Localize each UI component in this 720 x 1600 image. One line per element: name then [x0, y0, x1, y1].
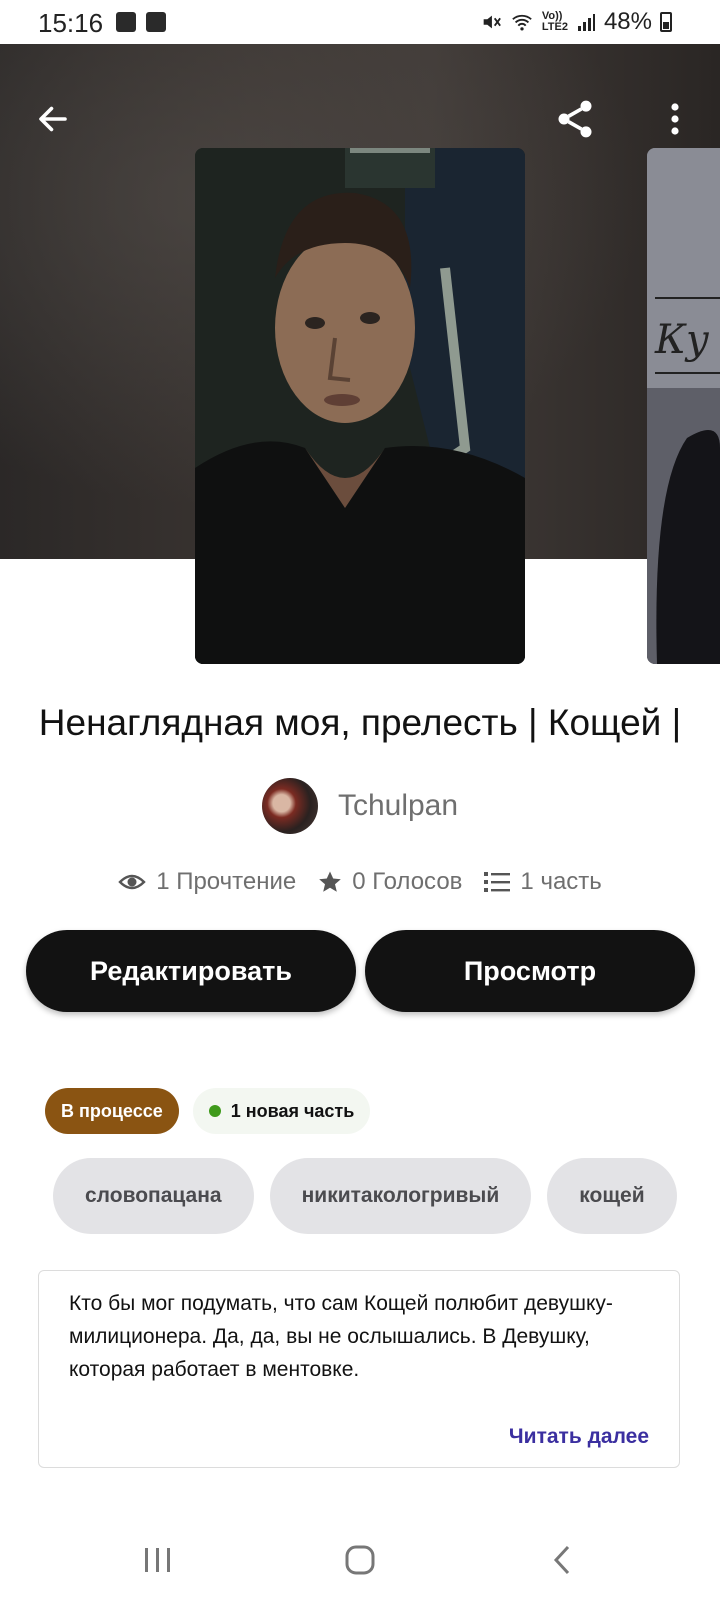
- recent-apps-button[interactable]: [136, 1540, 180, 1580]
- author-row[interactable]: Tchulpan: [0, 778, 720, 834]
- read-more-link[interactable]: Читать далее: [509, 1425, 649, 1449]
- tag-chip[interactable]: словопацана: [53, 1158, 254, 1234]
- svg-text:Ку: Ку: [654, 317, 710, 363]
- new-part-label: 1 новая часть: [230, 1100, 355, 1121]
- battery-percent: 48%: [603, 8, 652, 35]
- author-name[interactable]: Tchulpan: [338, 789, 458, 823]
- system-navigation-bar: [0, 1520, 720, 1600]
- more-vertical-icon: [671, 103, 679, 135]
- new-part-badge: 1 новая часть: [192, 1088, 371, 1134]
- reads-count: 1 Прочтение: [156, 868, 297, 895]
- recent-apps-icon: [145, 1548, 170, 1572]
- signal-icon: [577, 14, 595, 31]
- arrow-left-icon: [39, 106, 67, 132]
- status-badge: В процессе: [45, 1088, 179, 1134]
- list-icon: [484, 872, 511, 892]
- votes-count: 0 Голосов: [352, 868, 463, 895]
- edit-button[interactable]: Редактировать: [26, 930, 356, 1012]
- network-label: Vo)) LTE2: [541, 10, 568, 33]
- description-text: Кто бы мог подумать, что сам Кощей полюб…: [69, 1292, 613, 1381]
- parts-stat: 1 часть: [484, 868, 602, 896]
- gallery-notification-icon: [116, 12, 136, 32]
- status-time: 15:16: [38, 8, 104, 38]
- system-back-button[interactable]: [540, 1540, 584, 1580]
- star-icon: [319, 871, 342, 892]
- app-notification-icon: [146, 12, 166, 32]
- home-icon: [345, 1545, 375, 1575]
- home-button[interactable]: [338, 1540, 382, 1580]
- tag-chip[interactable]: никитакологривый: [269, 1158, 532, 1234]
- eye-icon: [118, 874, 146, 890]
- more-options-button[interactable]: [650, 94, 700, 144]
- battery-icon: [660, 12, 672, 32]
- story-cover[interactable]: [195, 148, 525, 664]
- reads-stat: 1 Прочтение: [118, 868, 296, 896]
- status-right: Vo)) LTE2 48%: [480, 8, 672, 36]
- parts-count: 1 часть: [520, 868, 602, 895]
- mute-icon: [483, 15, 501, 29]
- share-icon: [558, 100, 592, 138]
- share-button[interactable]: [550, 94, 600, 144]
- story-title: Ненаглядная моя, прелесть | Кощей |: [38, 702, 682, 743]
- description-card: Кто бы мог подумать, что сам Кощей полюб…: [38, 1270, 680, 1468]
- status-notification-icons: [116, 12, 166, 32]
- cover-portrait-image: [195, 148, 525, 664]
- next-story-cover[interactable]: Ку: [647, 148, 720, 664]
- story-badges: В процессе 1 новая часть: [45, 1088, 371, 1134]
- avatar[interactable]: [261, 778, 318, 834]
- chevron-left-icon: [553, 1545, 570, 1575]
- tag-list[interactable]: словопацана никитакологривый кощей: [53, 1158, 690, 1234]
- status-bar: 15:16 Vo)) LTE2 48%: [0, 0, 720, 44]
- next-cover-image: Ку: [647, 148, 720, 664]
- wifi-icon: [512, 14, 532, 31]
- back-button[interactable]: [28, 94, 78, 144]
- votes-stat: 0 Голосов: [318, 868, 462, 896]
- green-dot-icon: [208, 1105, 221, 1117]
- view-button[interactable]: Просмотр: [365, 930, 695, 1012]
- tag-chip[interactable]: кощей: [547, 1158, 677, 1234]
- story-stats: 1 Прочтение 0 Голосов 1 часть: [0, 868, 720, 896]
